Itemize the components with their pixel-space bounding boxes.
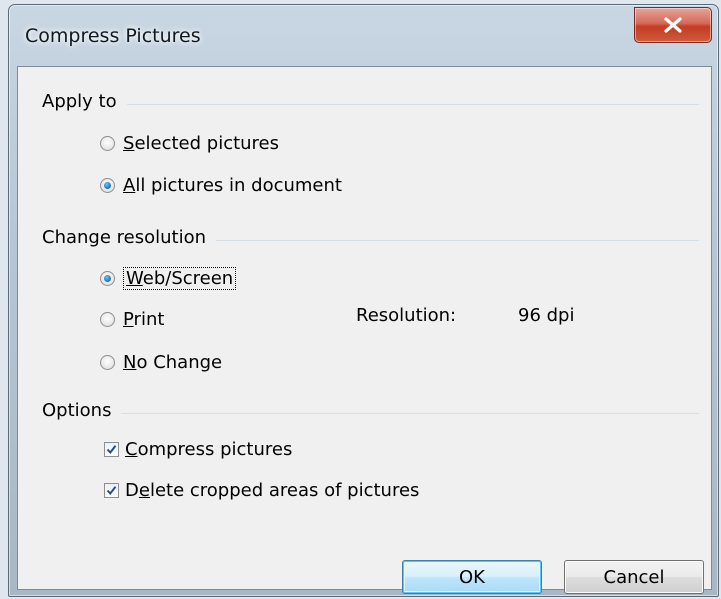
apply-to-label: Apply to	[42, 91, 127, 112]
radio-label-print: Print	[123, 309, 165, 330]
checkbox-compress-pictures[interactable]: Compress pictures	[104, 439, 292, 460]
checkmark-icon	[106, 486, 117, 496]
checkbox[interactable]	[104, 483, 119, 498]
resolution-label: Resolution:	[356, 305, 457, 326]
apply-to-divider	[42, 104, 699, 105]
radio-button[interactable]	[100, 136, 115, 151]
radio-no-change[interactable]: No Change	[100, 352, 222, 373]
close-icon	[664, 17, 682, 33]
checkbox-delete-cropped-areas[interactable]: Delete cropped areas of pictures	[104, 480, 419, 501]
radio-all-pictures[interactable]: All pictures in document	[100, 175, 342, 196]
compress-pictures-dialog: Compress Pictures Apply to Selected pict…	[8, 4, 719, 597]
checkmark-icon	[106, 445, 117, 455]
radio-button-selected[interactable]	[100, 271, 115, 286]
dialog-body: Apply to Selected pictures All pictures …	[17, 66, 712, 594]
radio-label-web-screen: Web/Screen	[123, 267, 237, 290]
radio-label-all-pictures: All pictures in document	[123, 175, 342, 196]
radio-web-screen[interactable]: Web/Screen	[100, 267, 237, 290]
resolution-value: 96 dpi	[518, 305, 575, 326]
radio-print[interactable]: Print	[100, 309, 164, 330]
options-label: Options	[42, 400, 122, 421]
radio-label-no-change: No Change	[123, 352, 223, 373]
ok-button[interactable]: OK	[402, 560, 542, 594]
title-bar[interactable]: Compress Pictures	[9, 5, 718, 67]
checkbox-label-delete-cropped-areas: Delete cropped areas of pictures	[125, 480, 420, 501]
radio-selected-pictures[interactable]: Selected pictures	[100, 133, 279, 154]
radio-label-selected-pictures: Selected pictures	[123, 133, 280, 154]
options-divider	[42, 413, 699, 414]
close-button[interactable]	[634, 7, 712, 43]
dialog-title: Compress Pictures	[25, 25, 201, 47]
checkbox-label-compress-pictures: Compress pictures	[125, 439, 293, 460]
change-resolution-label: Change resolution	[42, 227, 216, 248]
checkbox[interactable]	[104, 442, 119, 457]
radio-button-selected[interactable]	[100, 178, 115, 193]
radio-button[interactable]	[100, 312, 115, 327]
radio-button[interactable]	[100, 355, 115, 370]
cancel-button[interactable]: Cancel	[564, 560, 704, 594]
